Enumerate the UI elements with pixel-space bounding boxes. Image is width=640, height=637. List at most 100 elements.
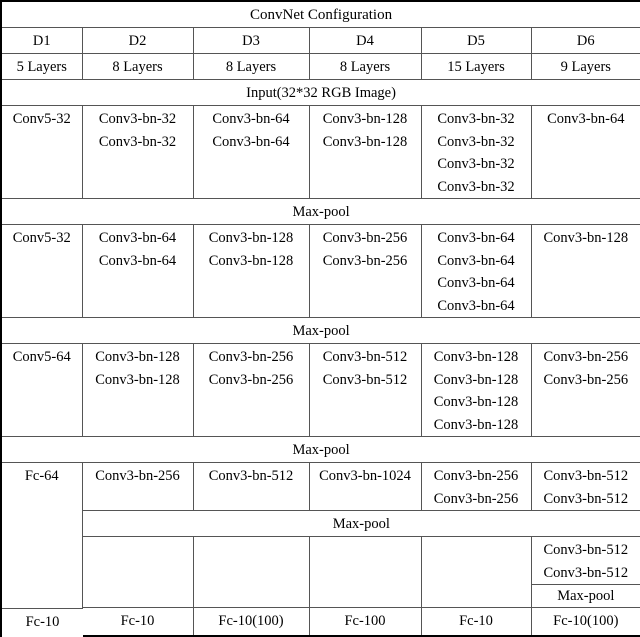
layer-label: Conv3-bn-64 xyxy=(86,250,190,273)
layer-label: Conv3-bn-128 xyxy=(535,227,638,250)
block-4-cell-d5: Conv3-bn-256Conv3-bn-256 xyxy=(421,463,531,511)
table-row-maxpool-4: Max-pool xyxy=(1,511,640,537)
maxpool-label: Max-pool xyxy=(82,511,640,537)
block-1-cell-d4: Conv3-bn-128Conv3-bn-128 xyxy=(309,106,421,199)
column-header-d3: D3 xyxy=(193,28,309,54)
final-fc-d2: Fc-10 xyxy=(82,608,193,637)
layer-count-d4: 8 Layers xyxy=(309,54,421,80)
layer-label: Conv3-bn-64 xyxy=(425,227,528,250)
table-row-block-4: Fc-64 Conv3-bn-256 Conv3-bn-512 Conv3-bn… xyxy=(1,463,640,511)
table-row-block-2: Conv5-32 Conv3-bn-64Conv3-bn-64 Conv3-bn… xyxy=(1,225,640,318)
layer-label: Conv3-bn-128 xyxy=(425,346,528,369)
table-row-maxpool-2: Max-pool xyxy=(1,318,640,344)
layer-label: Conv3-bn-512 xyxy=(197,465,306,488)
nested-row-layers: Conv3-bn-512Conv3-bn-512 xyxy=(532,537,640,585)
layer-label: Conv3-bn-32 xyxy=(425,176,528,199)
layer-count-d3: 8 Layers xyxy=(193,54,309,80)
block-1-cell-d2: Conv3-bn-32Conv3-bn-32 xyxy=(82,106,193,199)
block-2-cell-d6: Conv3-bn-128 xyxy=(531,225,640,318)
layer-stack: Conv3-bn-128Conv3-bn-128 xyxy=(197,227,306,272)
table-row-final-fc: Fc-10 Fc-10(100) Fc-100 Fc-10 Fc-10(100) xyxy=(1,608,640,637)
layer-stack: Conv3-bn-512Conv3-bn-512 xyxy=(313,346,418,391)
table-row-block-3: Conv5-64 Conv3-bn-128Conv3-bn-128 Conv3-… xyxy=(1,344,640,437)
layer-label: Conv5-32 xyxy=(5,227,79,250)
layer-label: Conv3-bn-64 xyxy=(535,108,638,131)
block-1-cell-d5: Conv3-bn-32Conv3-bn-32Conv3-bn-32Conv3-b… xyxy=(421,106,531,199)
layer-label: Conv3-bn-64 xyxy=(86,227,190,250)
block-2-cell-d3: Conv3-bn-128Conv3-bn-128 xyxy=(193,225,309,318)
layer-label: Conv3-bn-256 xyxy=(425,465,528,488)
table-row-input: Input(32*32 RGB Image) xyxy=(1,80,640,106)
block-3-cell-d3: Conv3-bn-256Conv3-bn-256 xyxy=(193,344,309,437)
layer-label: Conv3-bn-128 xyxy=(425,391,528,414)
layer-stack: Conv3-bn-512 xyxy=(197,465,306,488)
block-2-cell-d1: Conv5-32 xyxy=(1,225,82,318)
convnet-configuration-table: ConvNet Configuration D1 D2 D3 D4 D5 D6 … xyxy=(0,0,640,637)
block-3-cell-d5: Conv3-bn-128Conv3-bn-128Conv3-bn-128Conv… xyxy=(421,344,531,437)
layer-label: Conv3-bn-512 xyxy=(535,539,638,562)
column-header-d4: D4 xyxy=(309,28,421,54)
table-row-layer-counts: 5 Layers 8 Layers 8 Layers 8 Layers 15 L… xyxy=(1,54,640,80)
layer-stack: Conv3-bn-256Conv3-bn-256 xyxy=(535,346,638,391)
table-row-maxpool-3: Max-pool xyxy=(1,437,640,463)
layer-stack: Conv5-32 xyxy=(5,108,79,131)
layer-label: Conv3-bn-128 xyxy=(86,346,190,369)
layer-label: Conv3-bn-256 xyxy=(197,346,306,369)
layer-label: Conv5-64 xyxy=(5,346,79,369)
table-row-title: ConvNet Configuration xyxy=(1,1,640,28)
layer-count-d2: 8 Layers xyxy=(82,54,193,80)
layer-stack: Conv3-bn-512Conv3-bn-512 xyxy=(535,539,638,584)
block-3-cell-d6: Conv3-bn-256Conv3-bn-256 xyxy=(531,344,640,437)
layer-label: Conv3-bn-128 xyxy=(313,108,418,131)
layer-label: Conv3-bn-32 xyxy=(86,131,190,154)
layer-count-d6: 9 Layers xyxy=(531,54,640,80)
layer-stack: Conv5-64 xyxy=(5,346,79,369)
layer-stack: Conv3-bn-256Conv3-bn-256 xyxy=(313,227,418,272)
block-2-cell-d5: Conv3-bn-64Conv3-bn-64Conv3-bn-64Conv3-b… xyxy=(421,225,531,318)
maxpool-label: Max-pool xyxy=(1,199,640,225)
layer-label: Conv3-bn-32 xyxy=(425,153,528,176)
layer-stack: Conv3-bn-128 xyxy=(535,227,638,250)
layer-label: Conv3-bn-128 xyxy=(425,414,528,437)
layer-stack: Conv3-bn-32Conv3-bn-32 xyxy=(86,108,190,153)
column-header-d2: D2 xyxy=(82,28,193,54)
column-header-d6: D6 xyxy=(531,28,640,54)
final-fc-d4: Fc-100 xyxy=(309,608,421,637)
layer-label: Conv3-bn-64 xyxy=(425,272,528,295)
layer-stack: Conv3-bn-256Conv3-bn-256 xyxy=(425,465,528,510)
table-row-block-1: Conv5-32 Conv3-bn-32Conv3-bn-32 Conv3-bn… xyxy=(1,106,640,199)
layer-label: Conv3-bn-128 xyxy=(197,227,306,250)
layer-stack: Conv3-bn-64Conv3-bn-64 xyxy=(86,227,190,272)
layer-stack: Conv5-32 xyxy=(5,227,79,250)
layer-stack: Conv3-bn-512Conv3-bn-512 xyxy=(535,465,638,510)
layer-label: Conv3-bn-32 xyxy=(86,108,190,131)
layer-label: Conv3-bn-512 xyxy=(313,369,418,392)
final-fc-d3: Fc-10(100) xyxy=(193,608,309,637)
layer-label: Conv3-bn-32 xyxy=(425,108,528,131)
layer-stack: Conv3-bn-256Conv3-bn-256 xyxy=(197,346,306,391)
layer-label: Conv3-bn-512 xyxy=(313,346,418,369)
layer-label: Conv3-bn-1024 xyxy=(313,465,418,488)
column-header-d5: D5 xyxy=(421,28,531,54)
layer-label: Conv5-32 xyxy=(5,108,79,131)
input-row-label: Input(32*32 RGB Image) xyxy=(1,80,640,106)
layer-stack: Conv3-bn-128Conv3-bn-128 xyxy=(313,108,418,153)
layer-stack: Conv3-bn-256 xyxy=(86,465,190,488)
layer-label: Conv3-bn-64 xyxy=(425,295,528,318)
layer-label: Conv3-bn-64 xyxy=(425,250,528,273)
layer-label: Conv3-bn-128 xyxy=(197,250,306,273)
table-title: ConvNet Configuration xyxy=(1,1,640,28)
column-header-d1: D1 xyxy=(1,28,82,54)
layer-count-d5: 15 Layers xyxy=(421,54,531,80)
block-4-cell-d2: Conv3-bn-256 xyxy=(82,463,193,511)
layer-stack: Conv3-bn-1024 xyxy=(313,465,418,488)
block-2-cell-d4: Conv3-bn-256Conv3-bn-256 xyxy=(309,225,421,318)
final-fc-d5: Fc-10 xyxy=(421,608,531,637)
layer-label: Conv3-bn-128 xyxy=(425,369,528,392)
layer-label: Conv3-bn-64 xyxy=(197,131,306,154)
block-2-cell-d2: Conv3-bn-64Conv3-bn-64 xyxy=(82,225,193,318)
block-4-cell-d3: Conv3-bn-512 xyxy=(193,463,309,511)
maxpool-label: Max-pool xyxy=(1,318,640,344)
layer-label: Conv3-bn-256 xyxy=(197,369,306,392)
layer-label: Conv3-bn-128 xyxy=(313,131,418,154)
